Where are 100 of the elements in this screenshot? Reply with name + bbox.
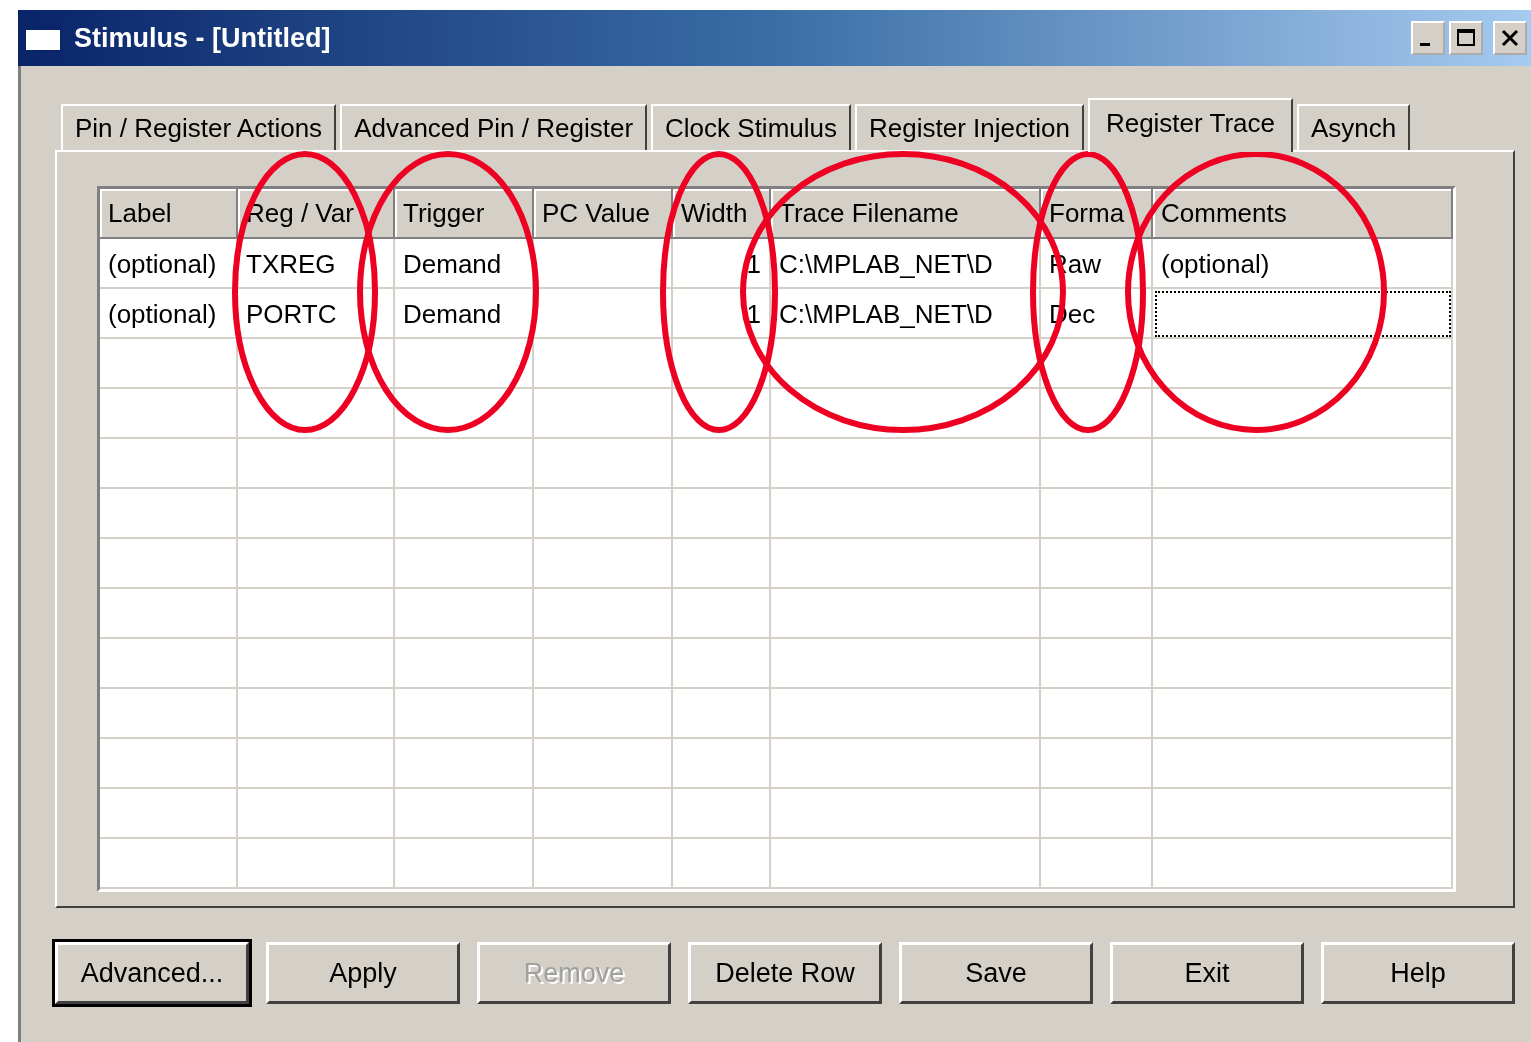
table-cell[interactable] [771, 739, 1041, 789]
table-cell[interactable]: TXREG [238, 239, 395, 289]
table-cell[interactable]: Demand [395, 239, 534, 289]
table-cell[interactable]: (optional) [100, 289, 238, 339]
tab[interactable]: Register Trace [1087, 98, 1293, 152]
table-cell[interactable] [1041, 389, 1153, 439]
table-cell[interactable]: 1 [673, 239, 771, 289]
table-cell[interactable] [771, 689, 1041, 739]
table-cell[interactable] [1041, 639, 1153, 689]
table-cell[interactable] [238, 439, 395, 489]
table-cell[interactable] [395, 489, 534, 539]
table-cell[interactable] [534, 439, 673, 489]
table-cell[interactable] [673, 839, 771, 889]
table-cell[interactable] [395, 639, 534, 689]
table-cell[interactable] [673, 539, 771, 589]
table-cell[interactable] [238, 689, 395, 739]
table-cell[interactable] [534, 639, 673, 689]
table-cell[interactable] [395, 589, 534, 639]
table-cell[interactable]: Demand [395, 289, 534, 339]
table-cell[interactable]: C:\MPLAB_NET\D [771, 289, 1041, 339]
maximize-button[interactable] [1449, 21, 1483, 55]
table-cell[interactable] [1041, 539, 1153, 589]
table-cell[interactable] [771, 539, 1041, 589]
table-cell[interactable] [771, 639, 1041, 689]
table-cell[interactable]: 1 [673, 289, 771, 339]
table-cell[interactable] [100, 539, 238, 589]
table-cell[interactable]: (optional) [1153, 239, 1453, 289]
table-cell[interactable] [395, 389, 534, 439]
table-cell[interactable] [1041, 739, 1153, 789]
table-cell[interactable] [673, 739, 771, 789]
table-cell[interactable] [1153, 739, 1453, 789]
table-cell[interactable] [1153, 689, 1453, 739]
table-cell[interactable] [238, 739, 395, 789]
table-cell[interactable] [1153, 389, 1453, 439]
table-cell[interactable] [238, 489, 395, 539]
tab[interactable]: Register Injection [855, 104, 1084, 150]
dialog-button[interactable]: Exit [1110, 942, 1304, 1004]
table-cell[interactable] [1041, 339, 1153, 389]
table-cell[interactable] [534, 289, 673, 339]
column-header[interactable]: Label [100, 189, 238, 239]
table-cell[interactable] [673, 789, 771, 839]
table-cell[interactable] [238, 389, 395, 439]
dialog-button[interactable]: Apply [266, 942, 460, 1004]
table-cell[interactable] [534, 589, 673, 639]
table-cell[interactable] [771, 439, 1041, 489]
table-cell[interactable] [1153, 289, 1453, 339]
table-cell[interactable] [771, 389, 1041, 439]
table-cell[interactable] [395, 739, 534, 789]
table-cell[interactable] [1041, 839, 1153, 889]
table-cell[interactable] [1041, 439, 1153, 489]
table-cell[interactable] [395, 689, 534, 739]
table-cell[interactable] [1041, 789, 1153, 839]
minimize-button[interactable] [1411, 21, 1445, 55]
table-cell[interactable] [673, 389, 771, 439]
table-cell[interactable] [100, 589, 238, 639]
column-header[interactable]: Comments [1153, 189, 1453, 239]
table-cell[interactable] [534, 739, 673, 789]
table-cell[interactable] [100, 839, 238, 889]
dialog-button[interactable]: Delete Row [688, 942, 882, 1004]
table-cell[interactable]: PORTC [238, 289, 395, 339]
table-cell[interactable] [534, 339, 673, 389]
tab[interactable]: Pin / Register Actions [61, 104, 337, 150]
table-cell[interactable] [771, 789, 1041, 839]
table-cell[interactable] [395, 839, 534, 889]
tab[interactable]: Advanced Pin / Register [340, 104, 648, 150]
table-cell[interactable] [238, 789, 395, 839]
column-header[interactable]: Trigger [395, 189, 534, 239]
table-cell[interactable] [1153, 639, 1453, 689]
table-cell[interactable] [100, 489, 238, 539]
table-cell[interactable] [238, 539, 395, 589]
table-cell[interactable] [1041, 589, 1153, 639]
table-cell[interactable] [534, 839, 673, 889]
table-cell[interactable] [771, 489, 1041, 539]
table-cell[interactable] [771, 589, 1041, 639]
table-cell[interactable] [673, 589, 771, 639]
tab[interactable]: Clock Stimulus [651, 104, 851, 150]
table-cell[interactable]: C:\MPLAB_NET\D [771, 239, 1041, 289]
table-cell[interactable] [395, 339, 534, 389]
table-cell[interactable] [395, 439, 534, 489]
table-cell[interactable] [673, 439, 771, 489]
table-cell[interactable] [238, 339, 395, 389]
dialog-button[interactable]: Save [899, 942, 1093, 1004]
table-cell[interactable] [1153, 839, 1453, 889]
table-cell[interactable] [100, 739, 238, 789]
dialog-button[interactable]: Help [1321, 942, 1515, 1004]
table-cell[interactable] [673, 489, 771, 539]
table-cell[interactable] [1153, 589, 1453, 639]
table-cell[interactable] [100, 339, 238, 389]
table-cell[interactable] [100, 389, 238, 439]
dialog-button[interactable]: Advanced... [55, 942, 249, 1004]
table-cell[interactable] [100, 789, 238, 839]
column-header[interactable]: PC Value [534, 189, 673, 239]
table-cell[interactable] [1041, 689, 1153, 739]
table-cell[interactable] [238, 589, 395, 639]
table-cell[interactable] [395, 539, 534, 589]
table-cell[interactable] [534, 389, 673, 439]
table-cell[interactable] [1153, 539, 1453, 589]
table-cell[interactable] [100, 439, 238, 489]
table-cell[interactable] [238, 839, 395, 889]
table-cell[interactable] [100, 689, 238, 739]
